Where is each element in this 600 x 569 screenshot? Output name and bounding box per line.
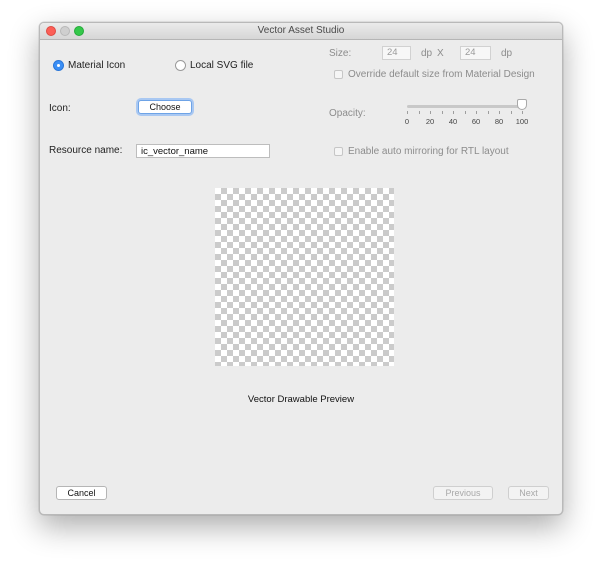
- override-size-checkbox[interactable]: [334, 70, 343, 79]
- preview-caption: Vector Drawable Preview: [247, 394, 355, 405]
- icon-label: Icon:: [49, 103, 71, 114]
- resource-name-label: Resource name:: [49, 145, 123, 156]
- opacity-minor-tick: [499, 111, 500, 114]
- cancel-button[interactable]: Cancel: [56, 486, 107, 500]
- size-label: Size:: [329, 48, 352, 59]
- auto-mirroring-label: Enable auto mirroring for RTL layout: [348, 146, 509, 157]
- opacity-minor-tick: [476, 111, 477, 114]
- opacity-tick-label: 60: [471, 117, 481, 126]
- opacity-minor-tick: [510, 111, 512, 114]
- opacity-minor-tick: [418, 111, 420, 114]
- material-icon-label[interactable]: Material Icon: [68, 60, 125, 71]
- choose-icon-button[interactable]: Choose: [138, 100, 192, 114]
- size-width-input[interactable]: 24: [382, 46, 411, 60]
- resource-name-input[interactable]: [136, 144, 270, 158]
- material-icon-radio[interactable]: [53, 60, 64, 71]
- local-svg-label[interactable]: Local SVG file: [190, 60, 253, 71]
- opacity-tick-label: 0: [404, 117, 410, 126]
- next-button[interactable]: Next: [508, 486, 549, 500]
- opacity-minor-tick: [453, 111, 454, 114]
- opacity-minor-tick: [441, 111, 443, 114]
- opacity-tick-label: 80: [494, 117, 504, 126]
- opacity-minor-tick: [522, 111, 523, 114]
- title-bar: Vector Asset Studio: [40, 23, 562, 40]
- opacity-tick-label: 20: [425, 117, 435, 126]
- opacity-minor-tick: [464, 111, 466, 114]
- size-width-unit: dp: [421, 48, 433, 59]
- override-size-label: Override default size from Material Desi…: [348, 69, 535, 80]
- size-height-unit: dp: [501, 48, 513, 59]
- vector-drawable-preview: [215, 188, 394, 366]
- size-height-input[interactable]: 24: [460, 46, 491, 60]
- local-svg-radio[interactable]: [175, 60, 186, 71]
- opacity-slider-track[interactable]: [407, 105, 523, 108]
- auto-mirroring-checkbox[interactable]: [334, 147, 343, 156]
- previous-button[interactable]: Previous: [433, 486, 493, 500]
- vector-asset-studio-window: Vector Asset Studio Material Icon Local …: [39, 22, 563, 515]
- opacity-minor-tick: [407, 111, 408, 114]
- opacity-minor-tick: [430, 111, 431, 114]
- opacity-slider-thumb[interactable]: [517, 99, 527, 110]
- size-separator: X: [437, 48, 444, 59]
- opacity-tick-label: 40: [448, 117, 458, 126]
- opacity-minor-tick: [487, 111, 489, 114]
- window-title: Vector Asset Studio: [257, 25, 345, 36]
- opacity-label: Opacity:: [329, 108, 366, 119]
- opacity-tick-label: 100: [515, 117, 529, 126]
